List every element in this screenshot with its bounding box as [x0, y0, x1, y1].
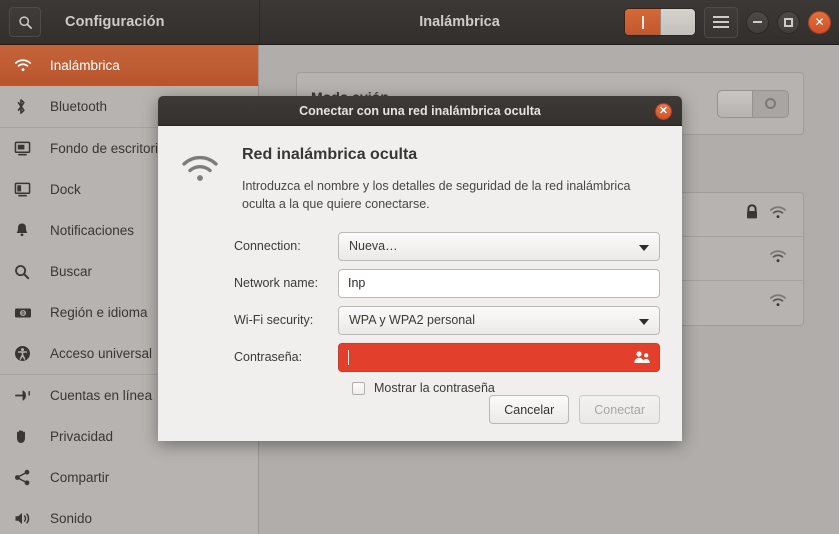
sidebar-item-label: Acceso universal	[50, 346, 153, 361]
search-button[interactable]	[9, 7, 41, 37]
connection-label: Connection:	[234, 239, 301, 254]
network-name-row: Network name: Inp	[234, 266, 660, 300]
dialog-form: Connection: Nueva… Network name: Inp Wi-…	[234, 229, 660, 395]
wifi-signal-icon	[769, 293, 787, 313]
sidebar-item-label: Inalámbrica	[50, 58, 120, 73]
close-icon[interactable]: ✕	[808, 10, 831, 34]
sidebar-item-label: Sonido	[50, 511, 93, 526]
dialog-actions: Cancelar Conectar	[489, 395, 660, 424]
switch-on-side	[625, 9, 660, 35]
wifi-icon	[14, 58, 40, 73]
network-name-control: Inp	[338, 268, 660, 298]
lock-icon	[745, 204, 759, 225]
accessibility-icon	[14, 345, 40, 362]
hidden-wifi-dialog: Conectar con una red inalámbrica oculta …	[158, 96, 682, 441]
dialog-description: Introduzca el nombre y los detalles de s…	[242, 179, 631, 212]
sidebar-item-label: Bluetooth	[50, 99, 108, 114]
connection-select[interactable]: Nueva…	[338, 231, 660, 261]
wifi-signal-icon	[769, 249, 787, 269]
sidebar-item-label: Dock	[50, 182, 81, 197]
dialog-titlebar: Conectar con una red inalámbrica oculta …	[158, 96, 682, 126]
show-password-row[interactable]: Mostrar la contraseña	[352, 381, 660, 395]
close-icon[interactable]: ✕	[655, 103, 672, 120]
password-input[interactable]	[338, 342, 660, 372]
wifi-security-select[interactable]: WPA y WPA2 personal	[338, 305, 660, 335]
connect-button[interactable]: Conectar	[579, 395, 660, 424]
network-name-label: Network name:	[234, 276, 319, 291]
wifi-security-row: Wi-Fi security: WPA y WPA2 personal	[234, 303, 660, 337]
share-icon	[14, 469, 40, 486]
screen: Configuración Inalámbrica ✕ Inalámbrica …	[0, 0, 839, 534]
search-icon	[14, 264, 40, 280]
headerbar-left: Configuración	[0, 0, 260, 44]
airplane-mode-toggle[interactable]	[717, 89, 789, 118]
wifi-signal-icon	[769, 205, 787, 225]
sidebar-item-sonido[interactable]: Sonido	[0, 498, 258, 534]
password-row: Contraseña:	[234, 340, 660, 374]
sidebar-item-label: Buscar	[50, 264, 93, 279]
region-language-icon	[14, 306, 40, 320]
sidebar-item-label: Cuentas en línea	[50, 388, 153, 403]
app-title: Configuración	[65, 14, 165, 30]
wifi-security-label: Wi-Fi security:	[234, 313, 314, 328]
dialog-header-texts: Red inalámbrica oculta Introduzca el nom…	[242, 144, 642, 213]
sidebar-item-inalambrica[interactable]: Inalámbrica	[0, 45, 258, 86]
password-control	[338, 342, 660, 372]
show-password-label: Mostrar la contraseña	[374, 381, 495, 396]
wifi-toggle-switch[interactable]	[624, 8, 696, 36]
wifi-security-value: WPA y WPA2 personal	[349, 313, 475, 328]
bell-icon	[14, 222, 40, 239]
switch-knob	[660, 9, 695, 35]
chevron-down-icon	[639, 318, 649, 325]
sidebar-item-label: Privacidad	[50, 429, 114, 444]
dock-icon	[14, 182, 40, 198]
search-icon	[18, 15, 33, 30]
sidebar-item-label: Compartir	[50, 470, 110, 485]
sidebar-item-label: Región e idioma	[50, 305, 148, 320]
dialog-heading: Red inalámbrica oculta	[242, 146, 418, 163]
wifi-icon	[180, 144, 224, 213]
maximize-icon[interactable]	[777, 10, 800, 34]
switch-off-side	[753, 91, 788, 117]
desktop-background-icon	[14, 141, 40, 157]
connection-value: Nueva…	[349, 239, 398, 254]
wifi-security-control: WPA y WPA2 personal	[338, 305, 660, 335]
headerbar-right: Inalámbrica ✕	[260, 0, 839, 44]
minimize-icon[interactable]	[746, 10, 769, 34]
sound-icon	[14, 511, 40, 526]
bluetooth-icon	[14, 98, 40, 115]
sidebar-item-label: Notificaciones	[50, 223, 135, 238]
privacy-hand-icon	[14, 429, 40, 445]
show-password-checkbox[interactable]	[352, 381, 365, 395]
dialog-header: Red inalámbrica oculta Introduzca el nom…	[180, 144, 660, 213]
text-caret	[348, 349, 349, 365]
sidebar-item-label: Fondo de escritorio	[50, 141, 166, 156]
dialog-body: Red inalámbrica oculta Introduzca el nom…	[158, 126, 682, 441]
network-name-input[interactable]: Inp	[338, 268, 660, 298]
window-headerbar: Configuración Inalámbrica ✕	[0, 0, 839, 45]
connection-control: Nueva…	[338, 231, 660, 261]
people-icon[interactable]	[633, 350, 651, 370]
headerbar-controls: ✕	[624, 0, 831, 44]
password-label: Contraseña:	[234, 350, 303, 365]
cancel-button[interactable]: Cancelar	[489, 395, 570, 424]
chevron-down-icon	[639, 244, 649, 251]
sidebar-item-compartir[interactable]: Compartir	[0, 457, 258, 498]
dialog-title-text: Conectar con una red inalámbrica oculta	[299, 103, 541, 118]
hamburger-menu-icon[interactable]	[704, 6, 738, 38]
network-name-value: Inp	[348, 276, 366, 291]
online-accounts-icon	[14, 388, 40, 403]
connection-row: Connection: Nueva…	[234, 229, 660, 263]
switch-knob	[718, 90, 753, 117]
